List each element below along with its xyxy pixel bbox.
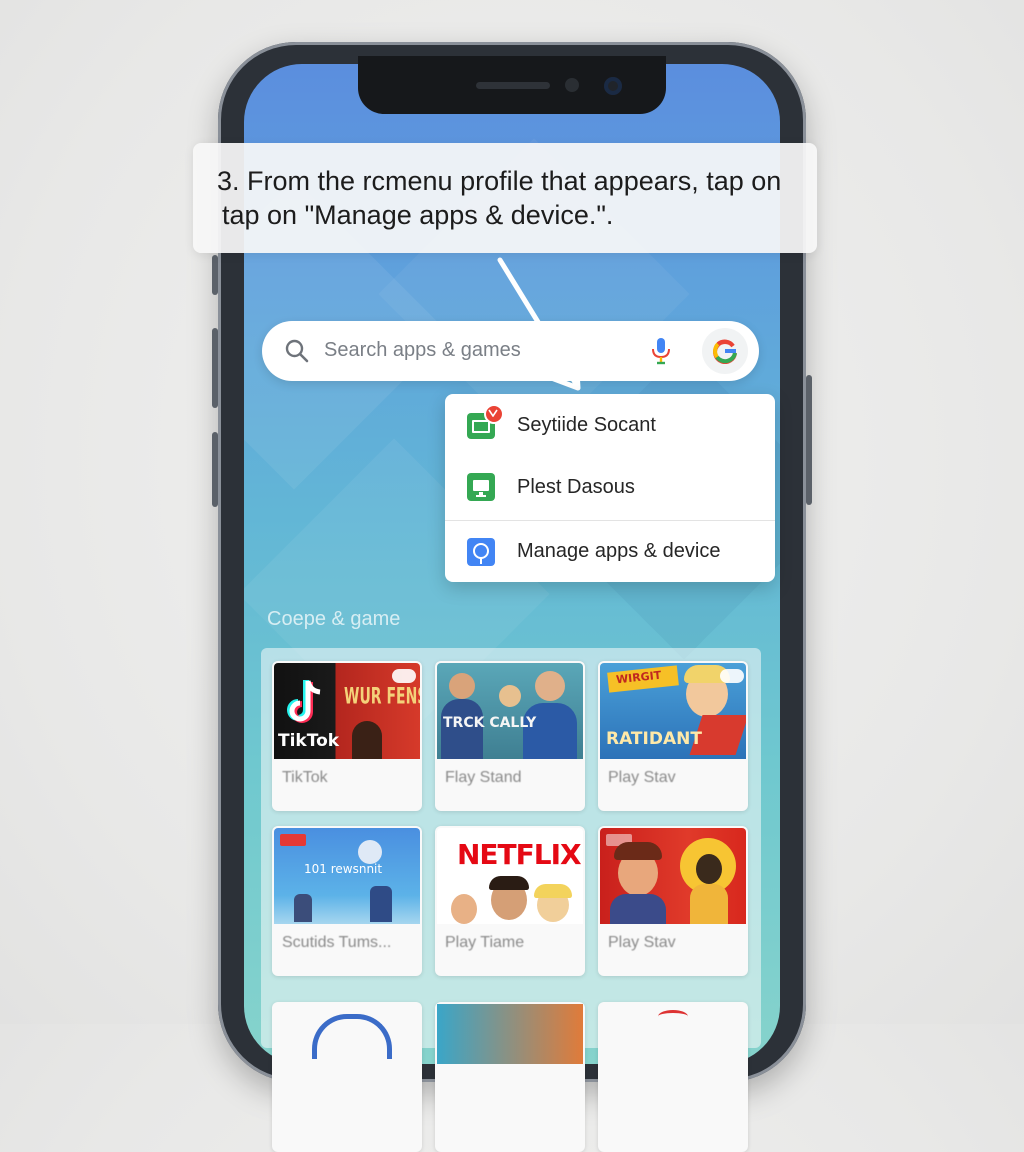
tag-badge — [280, 834, 306, 846]
menu-item-label: Manage apps & device — [517, 540, 721, 562]
apps-grid: TikTok WUR FENS TikTok TRCK CALLY Flay S… — [261, 648, 761, 1152]
silent-switch — [212, 432, 218, 507]
app-thumbnail: TRCK CALLY — [437, 663, 583, 759]
google-account-icon[interactable] — [702, 328, 748, 374]
character-hair — [534, 884, 572, 898]
app-thumbnail: NETFLIX — [437, 828, 583, 924]
person-figure — [523, 703, 577, 759]
menu-item-manage-apps[interactable]: Manage apps & device — [445, 521, 775, 581]
earpiece-speaker — [476, 82, 550, 89]
sensor — [565, 78, 579, 92]
green-screen-badge-icon — [467, 404, 504, 439]
app-label: TikTok — [282, 769, 328, 786]
app-thumbnail: 101 rewsnnit — [274, 828, 420, 924]
app-thumbnail: TikTok WUR FENS — [274, 663, 420, 759]
menu-item-label: Plest Dasous — [517, 476, 635, 498]
app-card-4[interactable]: 101 rewsnnit Scutids Tums... — [272, 826, 422, 976]
app-card-netflix[interactable]: NETFLIX Play Tiame — [435, 826, 585, 976]
caption-line-1: 3. From the rcmenu profile that appears,… — [217, 166, 782, 196]
mic-icon[interactable] — [650, 336, 672, 366]
app-thumbnail — [312, 1014, 392, 1059]
profile-dropdown-menu: Seytiide Socant Plest Dasous Manage apps… — [445, 394, 775, 582]
google-g-icon — [713, 339, 737, 364]
app-label: Scutids Tums... — [282, 934, 392, 951]
app-thumbnail-title: 101 rewsnnit — [304, 862, 383, 876]
search-icon — [285, 339, 309, 363]
figure — [370, 886, 392, 922]
menu-item-2[interactable]: Plest Dasous — [445, 457, 775, 517]
app-label: Play Stav — [608, 769, 676, 786]
front-camera — [604, 77, 622, 95]
tiktok-note-icon — [287, 680, 321, 723]
app-thumbnail-title: RATIDANT — [606, 729, 702, 749]
app-thumbnail: WIRGIT RATIDANT — [600, 663, 746, 759]
badge — [392, 669, 416, 683]
app-card-8[interactable] — [435, 1002, 585, 1152]
app-thumbnail — [437, 1004, 583, 1064]
app-card-2[interactable]: TRCK CALLY Flay Stand — [435, 661, 585, 811]
app-thumbnail-title: TikTok — [278, 731, 340, 751]
character-body — [610, 894, 666, 924]
app-card-tiktok[interactable]: TikTok WUR FENS TikTok — [272, 661, 422, 811]
app-label: Flay Stand — [445, 769, 522, 786]
character-body — [690, 884, 728, 924]
app-card-3[interactable]: WIRGIT RATIDANT Play Stav — [598, 661, 748, 811]
caption-line-2: tap on "Manage apps & device.". — [222, 200, 614, 230]
green-monitor-icon — [467, 473, 495, 501]
instruction-caption: 3. From the rcmenu profile that appears,… — [193, 143, 817, 253]
character-hair — [489, 876, 529, 890]
app-thumbnail — [600, 828, 746, 924]
character-head — [451, 894, 477, 924]
character-hair — [614, 842, 662, 860]
person-figure — [535, 671, 565, 701]
app-thumbnail-title: TRCK CALLY — [443, 715, 537, 731]
app-card-6[interactable]: Play Stav — [598, 826, 748, 976]
app-card-9[interactable] — [598, 1002, 748, 1152]
person-figure — [499, 685, 521, 707]
menu-item-1[interactable]: Seytiide Socant — [445, 395, 775, 455]
app-label: Play Tiame — [445, 934, 525, 951]
moon — [358, 840, 382, 864]
volume-up-button — [212, 255, 218, 295]
menu-item-label: Seytiide Socant — [517, 414, 656, 436]
character-head — [696, 854, 722, 884]
pointer-arrow-icon — [497, 257, 581, 391]
app-card-7[interactable] — [272, 1002, 422, 1152]
figure — [294, 894, 312, 922]
volume-down-button — [212, 328, 218, 408]
app-label: Play Stav — [608, 934, 676, 951]
section-title: Coepe & game — [267, 608, 401, 630]
app-thumbnail-subtitle: WUR FENS — [344, 684, 420, 710]
person-figure — [449, 673, 475, 699]
app-thumbnail — [658, 1010, 688, 1023]
app-thumbnail-title: NETFLIX — [457, 838, 582, 871]
blue-circle-icon — [467, 537, 495, 566]
power-button — [806, 375, 812, 505]
badge — [720, 669, 744, 683]
person-silhouette — [352, 721, 382, 759]
